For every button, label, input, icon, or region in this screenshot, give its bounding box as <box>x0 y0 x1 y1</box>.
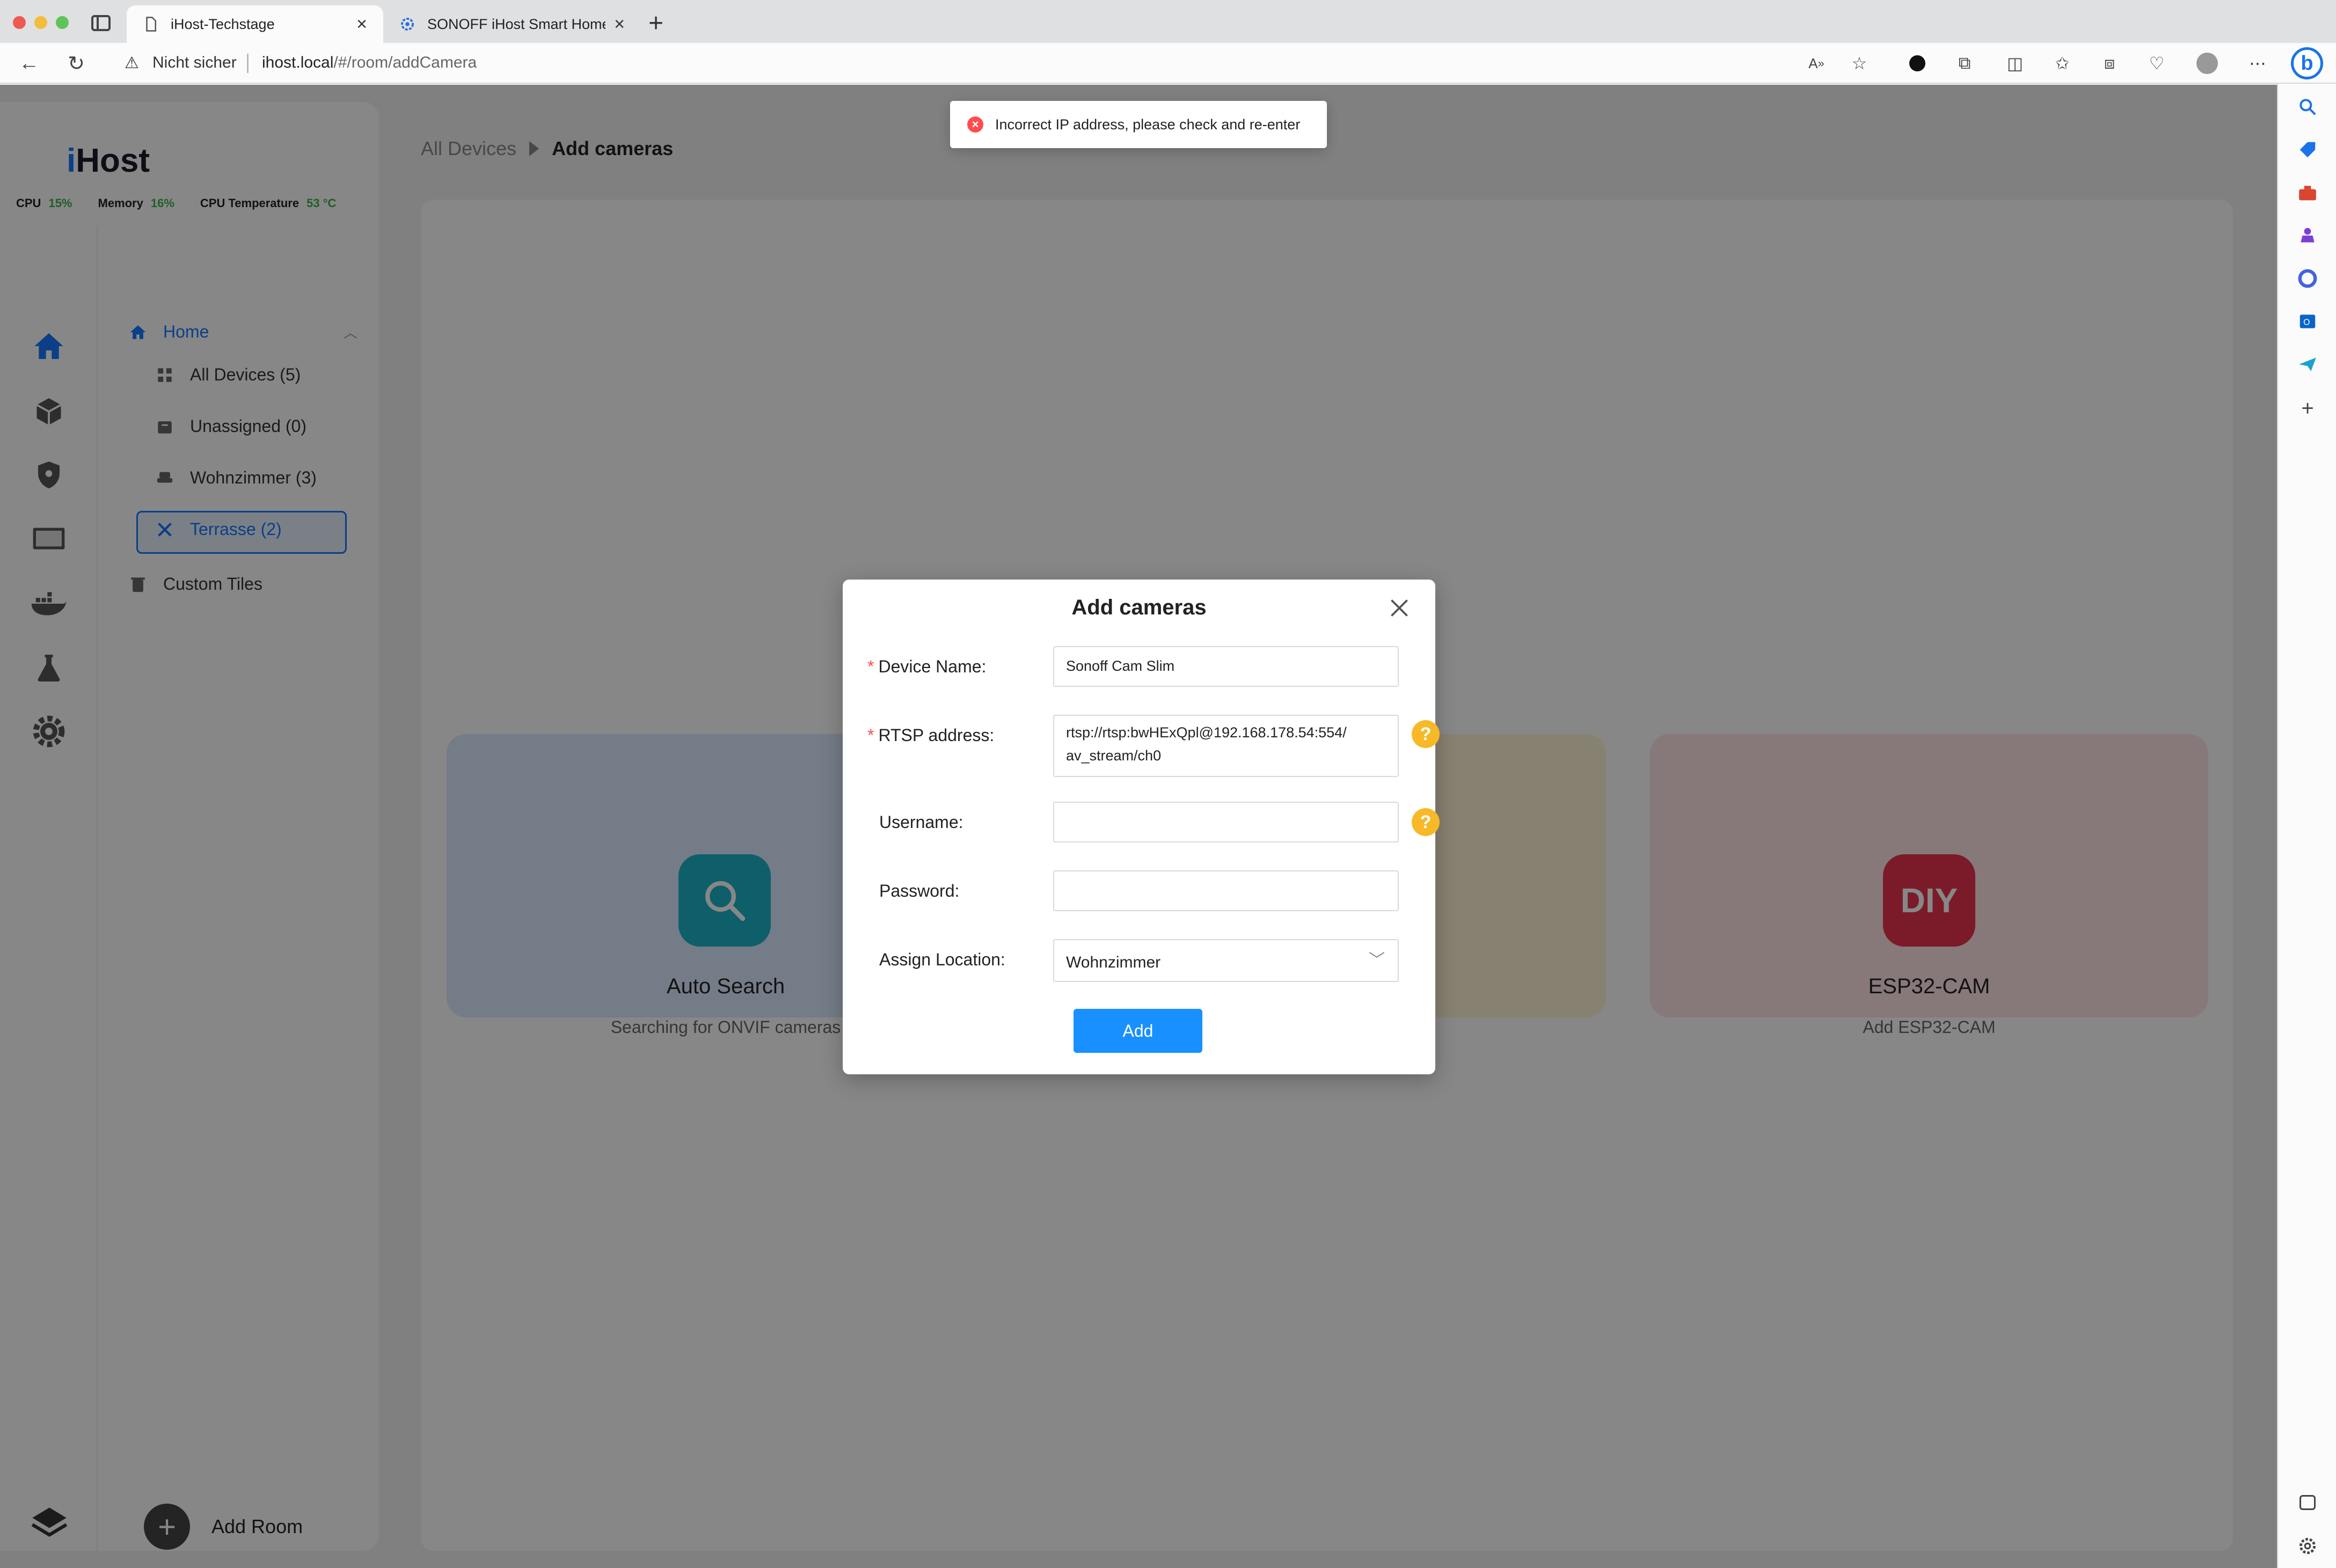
device-name-row: * Device Name: Sonoff Cam Slim <box>867 646 1415 687</box>
username-label: Username: <box>879 812 963 832</box>
add-cameras-modal: Add cameras * Device Name: Sonoff Cam Sli… <box>843 580 1440 1074</box>
hide-sidebar-icon[interactable] <box>2300 1495 2316 1510</box>
tab-title: SONOFF iHost Smart Home Hub <box>427 16 605 32</box>
rtsp-address-input[interactable]: rtsp://rtsp:bwHExQpl@192.168.178.54:554/… <box>1053 715 1399 777</box>
new-tab-icon[interactable]: + <box>648 11 663 36</box>
more-menu-icon[interactable]: ⋯ <box>2247 53 2268 74</box>
outlook-icon[interactable]: O <box>2297 311 2318 332</box>
label-text: Assign Location <box>879 950 1001 969</box>
selected-location: Wohnzimmer <box>1066 954 1161 971</box>
add-button[interactable]: Add <box>1074 1009 1202 1053</box>
label-text: RTSP address <box>878 726 990 745</box>
username-row: Username: ? <box>867 802 1440 842</box>
window-minimize-button[interactable] <box>34 16 47 29</box>
page-icon <box>146 17 156 32</box>
settings-gear-icon[interactable] <box>2297 1536 2318 1556</box>
help-icon[interactable]: ? <box>1412 720 1440 748</box>
tab-sonoff-ihost[interactable]: SONOFF iHost Smart Home Hub × <box>383 5 641 43</box>
password-extension-icon[interactable] <box>1907 53 1928 74</box>
add-sidebar-app-icon[interactable]: + <box>2297 398 2318 419</box>
url-path: /#/room/addCamera <box>333 54 477 71</box>
assign-location-row: Assign Location: Wohnzimmer ﹀ <box>867 939 1415 982</box>
browser-sidebar: O + <box>2277 84 2336 1568</box>
window-close-button[interactable] <box>13 16 26 29</box>
browser-tab-bar: iHost-Techstage × SONOFF iHost Smart Hom… <box>0 0 2336 43</box>
favorites-icon[interactable]: ✩ <box>2052 53 2073 74</box>
device-name-input[interactable]: Sonoff Cam Slim <box>1053 646 1399 687</box>
split-screen-icon[interactable]: ◫ <box>2004 53 2026 74</box>
help-icon[interactable]: ? <box>1412 808 1440 836</box>
close-icon[interactable] <box>1386 595 1413 621</box>
browser-toolbar: ← ↻ ⚠ Nicht sicher ihost.local/#/room/ad… <box>0 43 2336 84</box>
reload-icon[interactable]: ↻ <box>63 50 89 76</box>
rtsp-address-row: * RTSP address: rtsp://rtsp:bwHExQpl@192.… <box>867 715 1440 777</box>
gear-icon <box>401 18 414 31</box>
label-text: Username <box>879 812 959 832</box>
read-aloud-icon[interactable]: A» <box>1806 53 1827 74</box>
error-icon: × <box>967 116 983 133</box>
profile-avatar[interactable] <box>2196 53 2218 74</box>
rtsp-address-label: * RTSP address: <box>867 726 995 745</box>
assign-location-label: Assign Location: <box>879 950 1005 969</box>
browser-essentials-icon[interactable]: ♡ <box>2146 53 2167 74</box>
tab-ihost-techstage[interactable]: iHost-Techstage × <box>127 5 383 43</box>
collections-icon[interactable]: ⧈ <box>2099 53 2120 74</box>
favorite-star-icon[interactable]: ☆ <box>1849 53 1870 74</box>
password-label: Password: <box>879 881 960 900</box>
games-icon[interactable] <box>2297 225 2318 246</box>
device-name-label: * Device Name: <box>867 657 987 676</box>
office-icon[interactable] <box>2297 268 2318 289</box>
modal-title: Add cameras <box>1071 596 1207 619</box>
address-divider <box>247 54 249 73</box>
error-toast: × Incorrect IP address, please check and… <box>950 101 1327 148</box>
tab-title: iHost-Techstage <box>171 16 275 32</box>
assign-location-select[interactable]: Wohnzimmer ﹀ <box>1053 939 1399 982</box>
address-bar[interactable]: ihost.local/#/room/addCamera <box>262 54 477 72</box>
password-row: Password: <box>867 870 1415 911</box>
tools-icon[interactable] <box>2297 182 2318 203</box>
label-text: Device Name <box>878 657 982 676</box>
back-icon[interactable]: ← <box>16 50 42 76</box>
tab-actions-icon[interactable] <box>91 15 111 31</box>
search-icon[interactable] <box>2297 97 2318 117</box>
copilot-icon[interactable]: b <box>2291 47 2323 79</box>
label-text: Password <box>879 881 955 900</box>
svg-text:O: O <box>2303 318 2310 327</box>
username-input[interactable] <box>1053 802 1399 842</box>
window-zoom-button[interactable] <box>56 16 69 29</box>
shopping-icon[interactable] <box>2297 140 2318 160</box>
tab-close-icon[interactable]: × <box>614 15 625 33</box>
extensions-icon[interactable]: ⧉ <box>1954 53 1975 74</box>
tab-close-icon[interactable]: × <box>356 15 367 33</box>
toast-message: Incorrect IP address, please check and r… <box>995 116 1301 133</box>
chevron-down-icon: ﹀ <box>1369 951 1385 969</box>
security-label[interactable]: Nicht sicher <box>152 54 237 72</box>
url-host: ihost.local <box>262 54 334 71</box>
send-icon[interactable] <box>2297 354 2318 375</box>
warning-icon[interactable]: ⚠ <box>125 54 139 72</box>
password-input[interactable] <box>1053 870 1399 911</box>
